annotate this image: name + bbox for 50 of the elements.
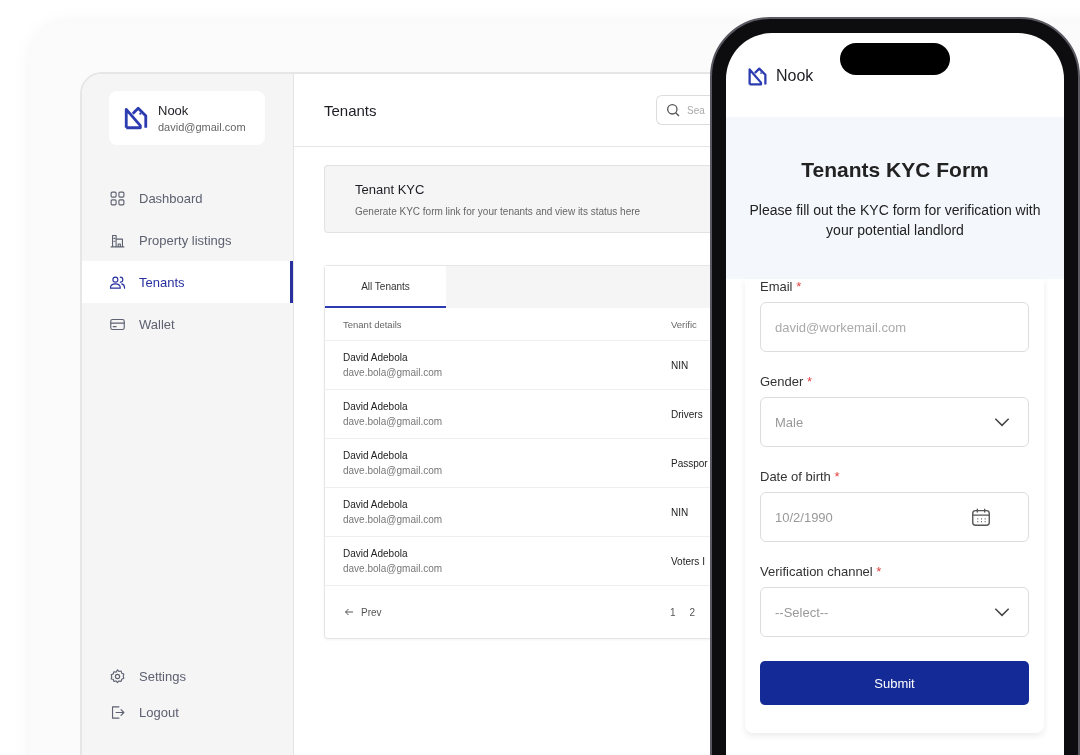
- field-label: Email *: [760, 279, 803, 294]
- prev-button[interactable]: Prev: [343, 606, 382, 618]
- brand-name: Nook: [158, 103, 190, 118]
- sidebar-item[interactable]: Tenants: [82, 261, 293, 303]
- tenant-name: David Adebola: [343, 352, 409, 363]
- tenant-name: David Adebola: [343, 401, 409, 412]
- user-email: david@gmail.com: [158, 121, 246, 133]
- sidebar-item[interactable]: Logout: [82, 695, 293, 729]
- table-cell-text: NIN: [671, 359, 690, 371]
- tenant-email: dave.bola@gmail.com: [343, 416, 443, 427]
- arrow-left-icon: [343, 606, 355, 618]
- tenant-name: David Adebola: [343, 548, 409, 559]
- brand-name: Nook: [776, 67, 814, 85]
- settings-icon: [109, 667, 126, 685]
- input-field[interactable]: david@workemail.com: [760, 302, 1029, 352]
- banner-description: Generate KYC form link for your tenants and view its status here: [355, 205, 642, 217]
- sidebar-item[interactable]: Wallet: [82, 303, 293, 345]
- field-label: Gender *: [760, 374, 814, 389]
- table-cell-text: Voters I: [671, 555, 706, 567]
- field-label: Verification channel *: [760, 564, 883, 579]
- calendar-icon: [970, 506, 992, 528]
- logout-icon: [109, 703, 126, 721]
- banner-title: Tenant KYC: [355, 181, 426, 197]
- column-header: Tenant details: [343, 318, 402, 330]
- tenant-name: David Adebola: [343, 450, 409, 461]
- page-button[interactable]: 2: [687, 606, 697, 618]
- tenant-email: dave.bola@gmail.com: [343, 514, 443, 525]
- sidebar-item[interactable]: Dashboard: [82, 177, 293, 219]
- submit-button[interactable]: Submit: [760, 661, 1029, 705]
- logo-icon: [747, 65, 768, 87]
- table-cell: Passpor: [671, 457, 709, 469]
- table-cell-text: Drivers: [671, 408, 704, 420]
- grid-icon: [109, 189, 126, 207]
- tenant-email: dave.bola@gmail.com: [343, 465, 443, 476]
- sidebar-item[interactable]: Property listings: [82, 219, 293, 261]
- tenant-email: dave.bola@gmail.com: [343, 367, 443, 378]
- page-title: Tenants: [324, 101, 377, 119]
- search-field[interactable]: Sea: [656, 95, 712, 125]
- field-label: Date of birth *: [760, 469, 841, 484]
- column-header: Verific: [671, 318, 698, 330]
- form-subtitle: Please fill out the KYC form for verification with your potential landlord: [748, 201, 1042, 240]
- page-button[interactable]: 1: [667, 606, 678, 618]
- tenant-name: David Adebola: [343, 499, 409, 510]
- search-icon: [665, 102, 681, 118]
- tenant-email: dave.bola@gmail.com: [343, 563, 443, 574]
- sidebar-item[interactable]: Settings: [82, 659, 293, 693]
- logo-icon: [123, 105, 149, 131]
- tab[interactable]: All Tenants: [325, 266, 446, 308]
- table-cell-text: NIN: [671, 506, 690, 518]
- form-title: Tenants KYC Form: [801, 158, 989, 182]
